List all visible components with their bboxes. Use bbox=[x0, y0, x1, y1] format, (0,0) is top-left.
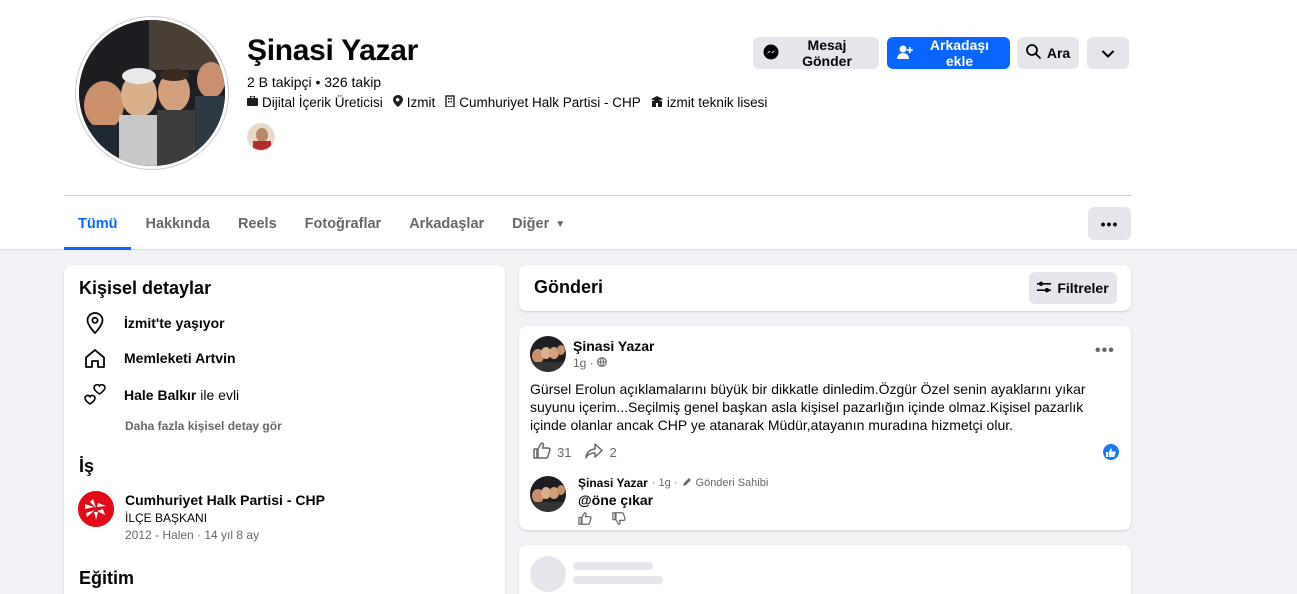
skeleton-line bbox=[573, 576, 663, 584]
loading-post-placeholder bbox=[519, 545, 1131, 594]
share-action[interactable]: 2 bbox=[585, 442, 617, 462]
profile-info: Dijital İçerik Üreticisi Izmit Cumhuriye… bbox=[247, 95, 767, 110]
school-icon bbox=[650, 95, 663, 110]
posts-title: Gönderi bbox=[534, 277, 604, 297]
comment-time: · 1g · bbox=[651, 477, 678, 489]
messenger-icon bbox=[763, 44, 779, 63]
personal-details-card: Kişisel detaylar İzmit'te yaşıyor Memlek… bbox=[64, 265, 505, 594]
tab-more-label: Diğer bbox=[512, 216, 550, 232]
lives-in-text: İzmit'te yaşıyor bbox=[124, 315, 225, 331]
work-section-title: İş bbox=[79, 456, 95, 476]
relationship-suffix: ile evli bbox=[200, 387, 240, 403]
job-duration: 2012 - Halen · 14 yıl 8 ay bbox=[125, 528, 260, 542]
chevron-down-icon bbox=[1102, 45, 1114, 61]
post-body: Gürsel Erolun açıklamalarını büyük bir d… bbox=[530, 381, 1086, 433]
post-timestamp[interactable]: 1g · bbox=[573, 356, 607, 370]
follower-count[interactable]: 2 B takipçi • 326 takip bbox=[247, 74, 381, 90]
like-reaction-badge-icon[interactable] bbox=[1103, 444, 1119, 460]
tabs-options-button[interactable]: ••• bbox=[1088, 207, 1131, 240]
author-badge: Gönderi Sahibi bbox=[695, 477, 769, 489]
info-item-location[interactable]: Izmit bbox=[392, 95, 436, 110]
post-time-text: 1g · bbox=[573, 356, 594, 370]
job-company[interactable]: Cumhuriyet Halk Partisi - CHP bbox=[125, 492, 325, 508]
send-message-button[interactable]: Mesaj Gönder bbox=[753, 37, 879, 69]
see-more-details-link[interactable]: Daha fazla kişisel detay gör bbox=[125, 419, 282, 433]
info-label: Dijital İçerik Üreticisi bbox=[262, 95, 383, 110]
info-item-category: Dijital İçerik Üreticisi bbox=[247, 95, 383, 110]
briefcase-icon bbox=[247, 95, 258, 109]
more-dots-icon: ••• bbox=[1100, 215, 1119, 232]
chp-logo[interactable] bbox=[78, 491, 114, 527]
comment-author-avatar[interactable] bbox=[530, 476, 566, 512]
detail-lives-in: İzmit'te yaşıyor bbox=[80, 312, 225, 334]
search-icon bbox=[1025, 44, 1041, 62]
comment-like-icon[interactable] bbox=[578, 512, 592, 530]
share-count: 2 bbox=[609, 444, 617, 460]
post-options-icon[interactable]: ••• bbox=[1095, 342, 1115, 360]
info-label: Izmit bbox=[406, 95, 436, 110]
info-item-work[interactable]: Cumhuriyet Halk Partisi - CHP bbox=[445, 95, 641, 110]
share-arrow-icon bbox=[585, 442, 604, 462]
tab-more[interactable]: Diğer ▼ bbox=[498, 200, 579, 248]
location-pin-icon bbox=[80, 312, 110, 334]
pencil-icon bbox=[682, 476, 692, 490]
comment-author-name[interactable]: Şinasi Yazar bbox=[578, 476, 648, 490]
comment-dislike-icon[interactable] bbox=[612, 512, 626, 530]
search-button[interactable]: Ara bbox=[1017, 37, 1079, 69]
like-count: 31 bbox=[557, 444, 572, 460]
profile-photo[interactable] bbox=[76, 17, 228, 169]
info-label: Cumhuriyet Halk Partisi - CHP bbox=[459, 95, 641, 110]
work-icon bbox=[445, 95, 455, 110]
tab-reels[interactable]: Reels bbox=[224, 200, 291, 248]
relationship-partner-name[interactable]: Hale Balkır bbox=[124, 387, 196, 403]
post-author-name[interactable]: Şinasi Yazar bbox=[573, 338, 654, 354]
info-item-school[interactable]: izmit teknik lisesi bbox=[650, 95, 768, 110]
add-friend-button[interactable]: Arkadaşı ekle bbox=[887, 37, 1010, 69]
skeleton-line bbox=[573, 562, 653, 570]
add-friend-label: Arkadaşı ekle bbox=[929, 37, 990, 69]
job-position: İLÇE BAŞKANI bbox=[125, 511, 208, 525]
comment-body: @öne çıkar bbox=[578, 492, 654, 508]
search-label: Ara bbox=[1046, 45, 1071, 61]
comment-header: Şinasi Yazar · 1g · Gönderi Sahibi bbox=[578, 476, 768, 490]
skeleton-avatar bbox=[530, 556, 566, 592]
globe-icon bbox=[596, 356, 607, 370]
post-card: Şinasi Yazar 1g · ••• Gürsel Erolun açık… bbox=[519, 326, 1131, 530]
location-icon bbox=[392, 95, 403, 110]
profile-header: Şinasi Yazar 2 B takipçi • 326 takip Dij… bbox=[0, 0, 1297, 250]
relationship-hearts-icon bbox=[80, 384, 110, 406]
hometown-text: Memleketi Artvin bbox=[124, 350, 236, 366]
tab-all[interactable]: Tümü bbox=[64, 200, 132, 250]
post-author-avatar[interactable] bbox=[530, 336, 566, 372]
filters-button[interactable]: Filtreler bbox=[1029, 272, 1117, 304]
mutual-friend-avatar[interactable] bbox=[247, 123, 275, 151]
profile-tabs: Tümü Hakkında Reels Fotoğraflar Arkadaşl… bbox=[64, 200, 579, 250]
education-section-title: Eğitim bbox=[79, 568, 135, 588]
tab-about[interactable]: Hakkında bbox=[131, 200, 223, 248]
like-action[interactable]: 31 bbox=[533, 442, 571, 462]
comment-actions bbox=[578, 512, 626, 530]
personal-details-title: Kişisel detaylar bbox=[79, 278, 212, 298]
detail-hometown: Memleketi Artvin bbox=[80, 348, 236, 368]
tab-photos[interactable]: Fotoğraflar bbox=[291, 200, 396, 248]
caret-down-icon: ▼ bbox=[555, 218, 566, 230]
filter-sliders-icon bbox=[1037, 280, 1052, 296]
send-message-label: Mesaj Gönder bbox=[802, 37, 852, 69]
profile-more-button[interactable] bbox=[1087, 37, 1129, 69]
tab-friends[interactable]: Arkadaşlar bbox=[395, 200, 498, 248]
thumbs-up-icon bbox=[533, 442, 551, 462]
post-actions: 31 2 bbox=[533, 442, 617, 462]
filters-label: Filtreler bbox=[1057, 280, 1109, 296]
home-icon bbox=[80, 348, 110, 368]
info-label: izmit teknik lisesi bbox=[666, 95, 768, 110]
add-friend-icon bbox=[897, 45, 913, 62]
profile-name: Şinasi Yazar bbox=[247, 34, 418, 67]
header-divider bbox=[64, 195, 1132, 196]
detail-relationship: Hale Balkır ile evli bbox=[80, 384, 239, 406]
posts-header-card: Gönderi Filtreler bbox=[519, 265, 1131, 311]
